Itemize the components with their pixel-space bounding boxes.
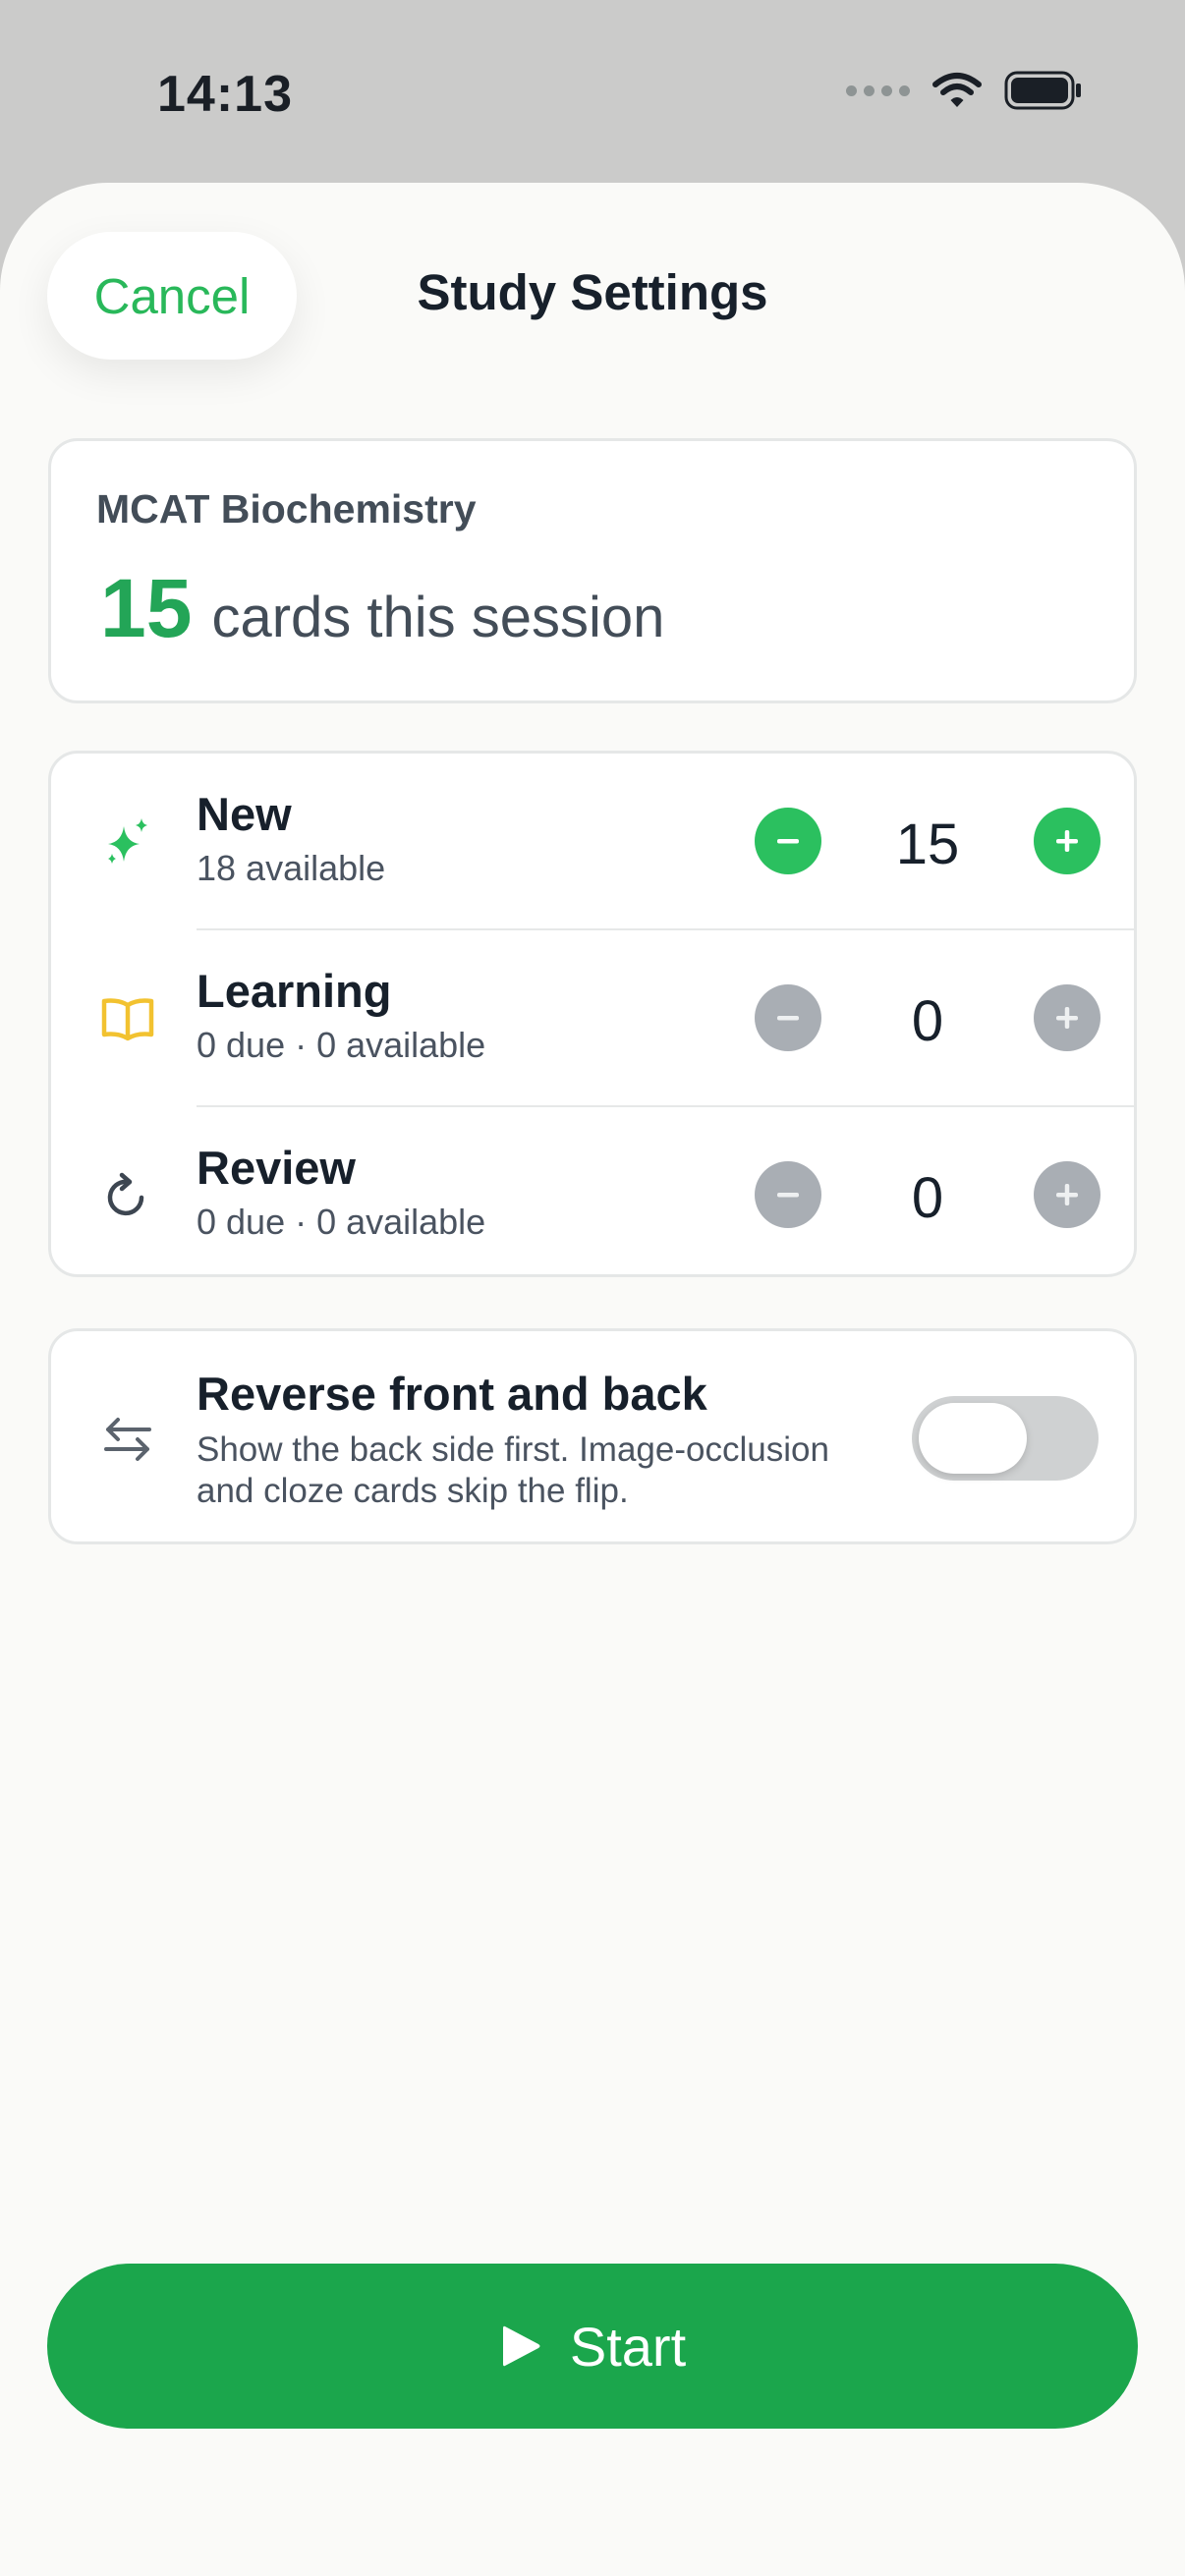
count-row-new: New 18 available 15 xyxy=(51,754,1134,928)
new-increment-button[interactable] xyxy=(1034,808,1100,874)
count-row-label: Review xyxy=(197,1142,356,1194)
new-decrement-button[interactable] xyxy=(755,808,821,874)
plus-icon xyxy=(1056,830,1078,852)
count-row-availability: 0 due · 0 available xyxy=(197,1202,486,1242)
count-row-availability: 0 due · 0 available xyxy=(197,1025,486,1065)
count-row-label: Learning xyxy=(197,965,392,1017)
learning-cards-stepper: 0 xyxy=(755,984,1100,1053)
plus-icon xyxy=(1056,1184,1078,1205)
cellular-signal-icon xyxy=(846,84,910,96)
sparkles-icon xyxy=(108,818,147,864)
count-row-availability: 18 available xyxy=(197,848,386,888)
reverse-label: Reverse front and back xyxy=(197,1368,707,1420)
start-label: Start xyxy=(569,2315,687,2378)
learning-cards-value: 0 xyxy=(911,989,944,1053)
play-icon xyxy=(502,2325,540,2367)
review-decrement-button[interactable] xyxy=(755,1161,821,1228)
status-bar: 14:13 xyxy=(0,0,1185,183)
card-counts-card: New 18 available 15 Learning 0 due · 0 a… xyxy=(48,751,1137,1277)
learning-decrement-button[interactable] xyxy=(755,984,821,1051)
count-row-learning: Learning 0 due · 0 available 0 xyxy=(51,930,1134,1105)
toggle-knob xyxy=(919,1403,1027,1474)
refresh-icon xyxy=(107,1172,144,1216)
reverse-toggle[interactable] xyxy=(912,1396,1099,1481)
session-summary-card: MCAT Biochemistry 15 cards this session xyxy=(48,438,1137,703)
session-card-count: 15 xyxy=(100,562,193,654)
new-cards-value: 15 xyxy=(895,812,960,876)
review-cards-value: 0 xyxy=(911,1166,944,1230)
page-title: Study Settings xyxy=(417,264,768,320)
status-icons xyxy=(846,71,1083,110)
plus-icon xyxy=(1056,1007,1078,1029)
minus-icon xyxy=(777,1016,799,1021)
learning-increment-button[interactable] xyxy=(1034,984,1100,1051)
battery-icon xyxy=(1004,71,1081,110)
new-cards-stepper: 15 xyxy=(755,808,1100,876)
reverse-setting-card: Reverse front and back Show the back sid… xyxy=(48,1328,1137,1544)
open-book-icon xyxy=(101,998,154,1041)
minus-icon xyxy=(777,1193,799,1198)
session-card-count-suffix: cards this session xyxy=(211,586,665,649)
sheet-header: Cancel Study Settings xyxy=(0,183,1185,415)
wifi-icon xyxy=(932,73,982,107)
count-row-review: Review 0 due · 0 available 0 xyxy=(51,1107,1134,1282)
review-increment-button[interactable] xyxy=(1034,1161,1100,1228)
start-button[interactable]: Start xyxy=(47,2264,1138,2429)
minus-icon xyxy=(777,839,799,844)
review-cards-stepper: 0 xyxy=(755,1161,1100,1230)
reverse-description: Show the back side first. Image-occlusio… xyxy=(197,1430,829,1510)
session-summary-line: 15 cards this session xyxy=(100,561,664,656)
study-settings-sheet: Cancel Study Settings MCAT Biochemistry … xyxy=(0,183,1185,2576)
deck-name: MCAT Biochemistry xyxy=(96,486,477,532)
swap-arrows-icon xyxy=(104,1418,151,1461)
count-row-label: New xyxy=(197,788,292,840)
status-time: 14:13 xyxy=(157,66,293,123)
